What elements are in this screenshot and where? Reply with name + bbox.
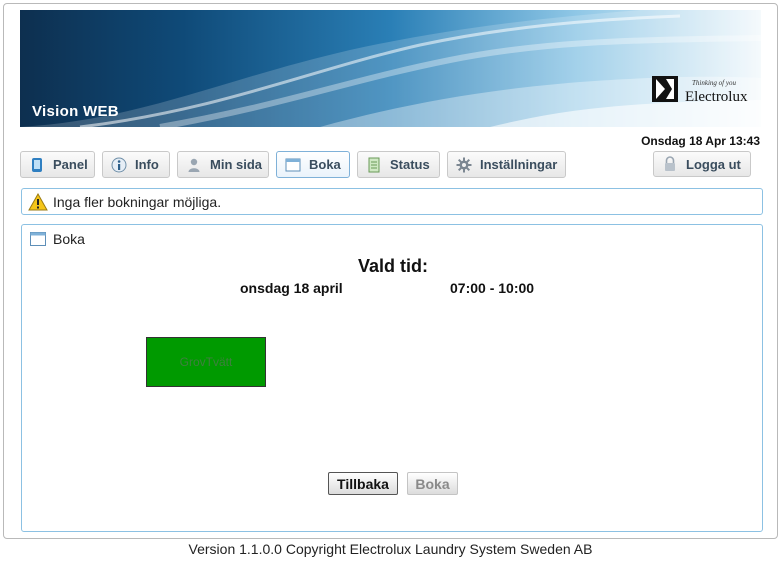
logo-wordmark: Electrolux	[685, 89, 748, 105]
nav-installningar-button[interactable]: Inställningar	[447, 151, 566, 178]
chosen-time-range: 07:00 - 10:00	[450, 280, 535, 296]
machine-label: GrovTvätt	[179, 355, 233, 369]
app-title: Vision WEB	[32, 103, 119, 120]
alert-bar: Inga fler bokningar möjliga.	[21, 188, 763, 215]
nav-min-sida-label: Min sida	[210, 157, 263, 172]
nav-status-label: Status	[390, 157, 430, 172]
alert-message: Inga fler bokningar möjliga.	[53, 193, 222, 210]
machine-slot-grovtvatt[interactable]: GrovTvätt	[146, 337, 266, 387]
panel-title: Boka	[53, 231, 85, 247]
document-icon	[366, 157, 382, 173]
header-banner: Vision WEB Thinking of you Electrolux	[20, 10, 761, 127]
booking-panel: Boka Vald tid: onsdag 18 april 07:00 - 1…	[21, 224, 763, 532]
tablet-icon	[29, 157, 45, 173]
footer-copyright: Version 1.1.0.0 Copyright Electrolux Lau…	[188, 541, 593, 557]
warning-icon	[28, 192, 48, 211]
nav-boka-button[interactable]: Boka	[276, 151, 350, 178]
info-icon	[111, 157, 127, 173]
nav-min-sida-button[interactable]: Min sida	[177, 151, 269, 178]
user-icon	[186, 157, 202, 173]
book-button[interactable]: Boka	[407, 472, 458, 495]
nav-info-button[interactable]: Info	[102, 151, 170, 178]
chosen-time-heading: Vald tid:	[357, 256, 428, 276]
nav-panel-label: Panel	[53, 157, 88, 172]
electrolux-logo-icon	[652, 76, 678, 102]
chosen-date: onsdag 18 april	[240, 280, 343, 296]
nav-info-label: Info	[135, 157, 159, 172]
nav-installningar-label: Inställningar	[480, 157, 558, 172]
logo-tagline: Thinking of you	[692, 79, 736, 87]
nav-panel-button[interactable]: Panel	[20, 151, 95, 178]
nav-status-button[interactable]: Status	[357, 151, 440, 178]
logout-button[interactable]: Logga ut	[653, 151, 751, 177]
current-datetime: Onsdag 18 Apr 13:43	[641, 134, 760, 148]
gear-icon	[456, 157, 472, 173]
nav-boka-label: Boka	[309, 157, 341, 172]
panel-header: Boka	[30, 231, 85, 247]
window-icon	[30, 232, 46, 246]
lock-icon	[663, 156, 677, 172]
electrolux-logo: Thinking of you Electrolux	[652, 76, 750, 114]
back-button[interactable]: Tillbaka	[328, 472, 398, 495]
logout-label: Logga ut	[686, 156, 741, 172]
window-icon	[285, 157, 301, 173]
